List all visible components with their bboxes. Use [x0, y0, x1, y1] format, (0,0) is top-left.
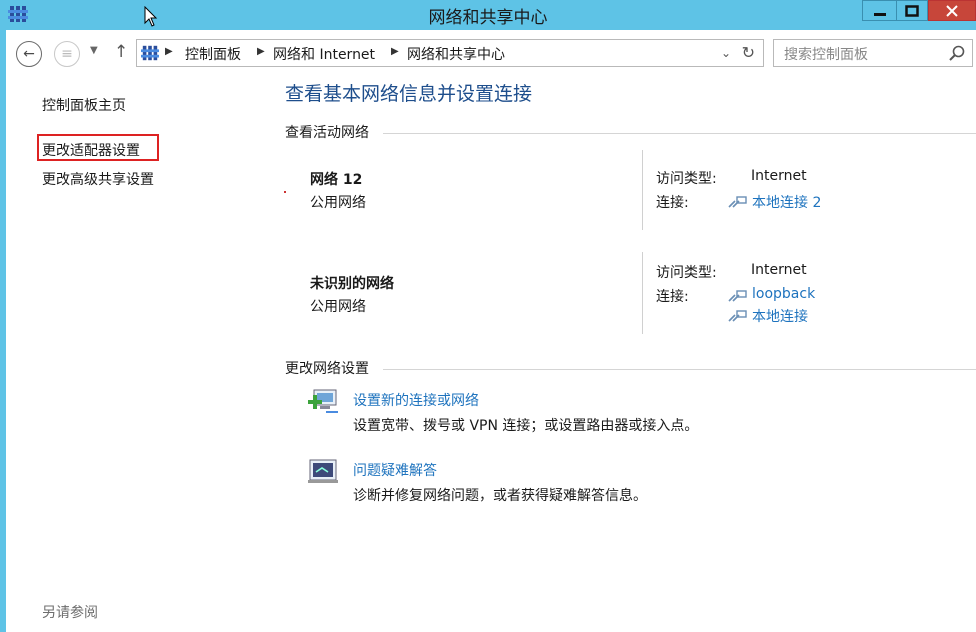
page-title: 查看基本网络信息并设置连接 — [285, 83, 533, 105]
see-also-heading: 另请参阅 — [42, 605, 98, 621]
network-type: 公用网络 — [310, 299, 366, 315]
ethernet-connection-icon — [728, 310, 747, 322]
breadcrumb-separator-icon[interactable]: ▶ — [257, 46, 265, 57]
refresh-icon[interactable]: ↻ — [742, 43, 755, 62]
breadcrumb-network-sharing-center[interactable]: 网络和共享中心 — [407, 44, 505, 64]
back-button[interactable]: ← — [16, 41, 42, 67]
minimize-icon — [873, 12, 886, 16]
close-button[interactable] — [928, 0, 976, 21]
search-input[interactable]: 搜索控制面板 — [784, 44, 868, 64]
troubleshoot-icon — [308, 459, 338, 483]
network-name: 网络 12 — [310, 172, 363, 188]
setup-connection-description: 设置宽带、拨号或 VPN 连接；或设置路由器或接入点。 — [353, 418, 699, 434]
connection-link[interactable]: 本地连接 2 — [752, 192, 821, 212]
address-bar[interactable]: ▶ 控制面板 ▶ 网络和 Internet ▶ 网络和共享中心 ⌄ ↻ — [136, 39, 764, 67]
connection-link[interactable]: 本地连接 — [752, 306, 808, 326]
vertical-divider — [642, 150, 643, 230]
breadcrumb-separator-icon[interactable]: ▶ — [391, 46, 399, 57]
breadcrumb-network-internet[interactable]: 网络和 Internet — [273, 44, 375, 64]
breadcrumb-separator-icon[interactable]: ▶ — [165, 46, 173, 57]
menu-lines-icon: ≡ — [61, 46, 73, 62]
maximize-icon — [905, 4, 919, 17]
active-networks-heading: 查看活动网络 — [285, 125, 369, 141]
minimize-button[interactable] — [862, 0, 896, 21]
access-type-value: Internet — [751, 168, 807, 184]
connections-label: 连接: — [656, 289, 689, 305]
maximize-button[interactable] — [896, 0, 928, 21]
connection-link[interactable]: loopback — [752, 286, 815, 302]
title-bar: 网络和共享中心 — [0, 0, 976, 30]
recent-locations-dropdown[interactable]: ▼ — [90, 45, 98, 56]
window-body: ← ≡ ▼ ↑ ▶ 控制面板 ▶ 网络和 Internet ▶ 网络和共享中心 … — [6, 30, 976, 632]
connections-label: 连接: — [656, 195, 689, 211]
forward-button[interactable]: ≡ — [54, 41, 80, 67]
troubleshoot-link[interactable]: 问题疑难解答 — [353, 460, 437, 480]
ethernet-connection-icon — [728, 290, 747, 302]
access-type-label: 访问类型: — [656, 265, 717, 281]
control-panel-home-link[interactable]: 控制面板主页 — [42, 95, 126, 115]
search-box[interactable]: 搜索控制面板 — [773, 39, 973, 67]
setup-connection-link[interactable]: 设置新的连接或网络 — [353, 390, 479, 410]
change-adapter-settings-link[interactable]: 更改适配器设置 — [42, 140, 140, 160]
ethernet-connection-icon — [728, 196, 747, 208]
arrow-left-icon: ← — [23, 46, 35, 62]
vertical-divider — [642, 252, 643, 334]
access-type-label: 访问类型: — [656, 171, 717, 187]
chevron-down-icon[interactable]: ⌄ — [721, 46, 731, 60]
change-settings-heading: 更改网络设置 — [285, 361, 369, 377]
network-name: 未识别的网络 — [310, 276, 394, 292]
mouse-cursor-icon — [144, 6, 158, 27]
section-divider — [383, 369, 976, 370]
close-icon — [946, 4, 958, 17]
section-divider — [383, 133, 976, 134]
control-panel-icon — [141, 45, 159, 61]
main-pane: 查看基本网络信息并设置连接 查看活动网络 网络 12 公用网络 访问类型: In… — [276, 76, 976, 632]
troubleshoot-description: 诊断并修复网络问题，或者获得疑难解答信息。 — [353, 488, 647, 504]
change-advanced-sharing-link[interactable]: 更改高级共享设置 — [42, 169, 154, 189]
navigation-bar: ← ≡ ▼ ↑ ▶ 控制面板 ▶ 网络和 Internet ▶ 网络和共享中心 … — [6, 30, 976, 76]
access-type-value: Internet — [751, 262, 807, 278]
search-icon[interactable] — [948, 44, 966, 62]
decorative-dot — [284, 191, 286, 193]
up-button[interactable]: ↑ — [114, 42, 128, 62]
network-setup-icon — [308, 389, 338, 413]
breadcrumb-control-panel[interactable]: 控制面板 — [185, 44, 241, 64]
network-type: 公用网络 — [310, 195, 366, 211]
left-pane: 控制面板主页 更改适配器设置 更改高级共享设置 另请参阅 — [6, 76, 276, 632]
